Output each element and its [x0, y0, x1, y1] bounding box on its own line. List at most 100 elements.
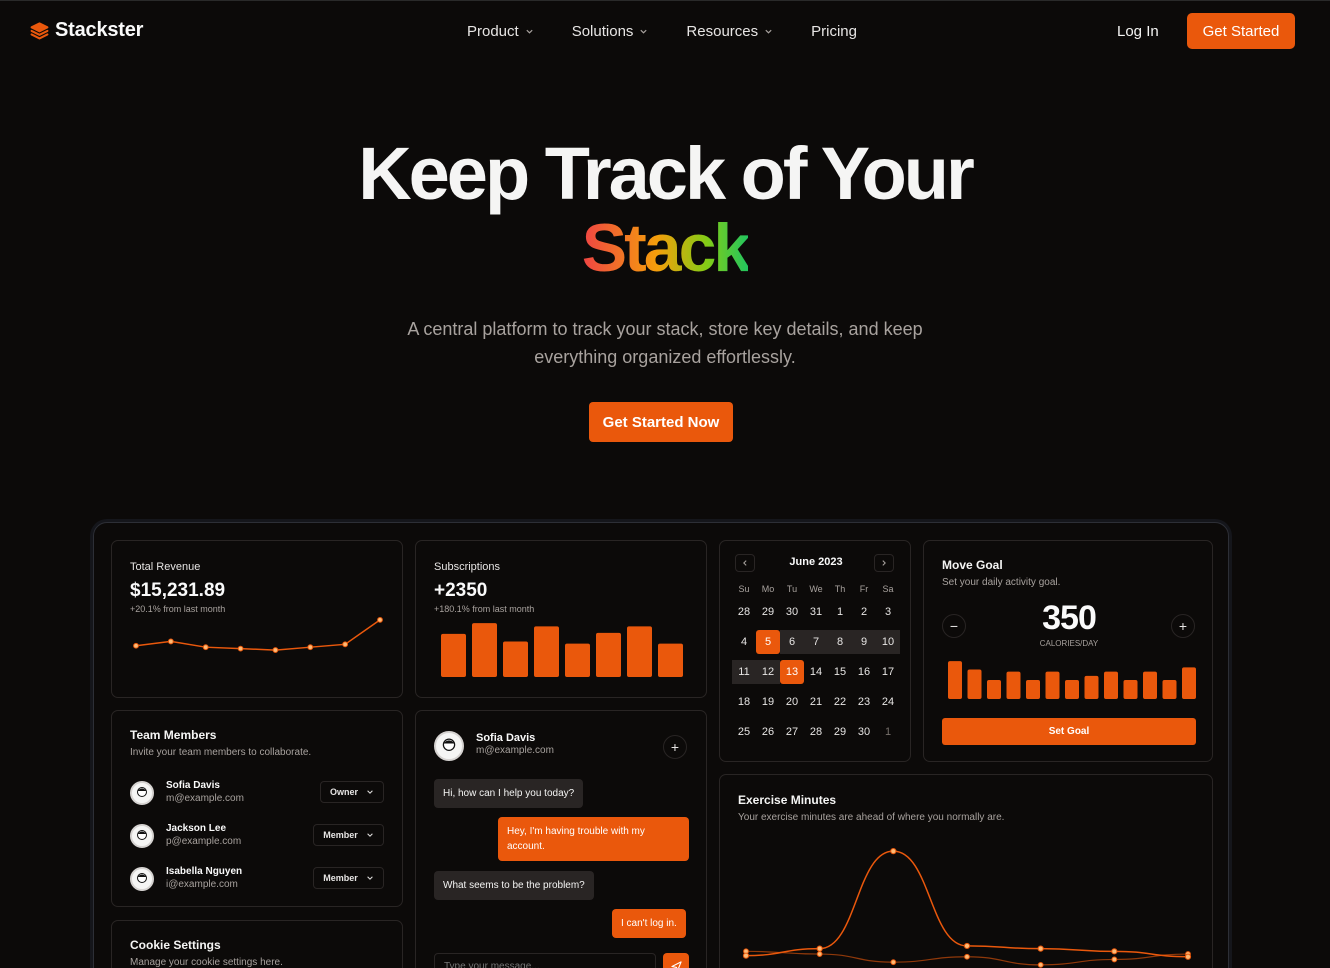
get-started-button[interactable]: Get Started: [1187, 13, 1295, 49]
calendar-day[interactable]: 21: [804, 690, 828, 714]
calendar-day[interactable]: 20: [780, 690, 804, 714]
chevron-down-icon: [526, 29, 533, 34]
exercise-line-current: [745, 850, 1189, 958]
calendar-day[interactable]: 3: [876, 600, 900, 624]
brand-name: Stackster: [55, 19, 144, 41]
chat-avatar: [434, 731, 464, 761]
move-goal-subtitle: Set your daily activity goal.: [942, 577, 1061, 588]
calendar-day-in-range[interactable]: 6: [780, 630, 804, 654]
calendar-day[interactable]: 29: [828, 720, 852, 744]
cookie-settings-card: Cookie Settings Manage your cookie setti…: [111, 920, 403, 968]
calendar-day[interactable]: 19: [756, 690, 780, 714]
calendar-day[interactable]: 24: [876, 690, 900, 714]
calendar-day[interactable]: 30: [780, 600, 804, 624]
chevron-down-icon: [366, 833, 373, 837]
role-label: Owner: [329, 787, 358, 797]
goal-bar: [1026, 680, 1040, 699]
calendar-day[interactable]: 25: [732, 720, 756, 744]
calendar-day-in-range[interactable]: 12: [756, 660, 780, 684]
calendar-day[interactable]: 26: [756, 720, 780, 744]
cookie-title: Cookie Settings: [130, 938, 221, 952]
chat-message-input[interactable]: [434, 953, 656, 968]
calendar-day[interactable]: 29: [756, 600, 780, 624]
exercise-point-average: [1111, 956, 1118, 963]
exercise-point-current: [890, 848, 897, 855]
nav-product[interactable]: Product: [467, 23, 534, 40]
calendar-day[interactable]: 14: [804, 660, 828, 684]
goal-bar-chart: [948, 661, 1196, 699]
calendar-day-in-range[interactable]: 10: [876, 630, 900, 654]
avatar-face-icon: [137, 830, 147, 840]
calendar-day[interactable]: 17: [876, 660, 900, 684]
brand-logo[interactable]: Stackster: [30, 19, 143, 42]
calendar-day-outside[interactable]: 1: [876, 720, 900, 744]
login-link[interactable]: Log In: [1117, 23, 1159, 40]
team-members-card: Team Members Invite your team members to…: [111, 710, 403, 907]
avatar-face-icon: [137, 787, 147, 797]
role-select[interactable]: Member: [313, 867, 384, 889]
chat-message-incoming: What seems to be the problem?: [434, 871, 594, 900]
send-icon: [670, 960, 682, 968]
goal-bar: [1065, 680, 1079, 699]
role-select[interactable]: Owner: [320, 781, 384, 803]
calendar-day[interactable]: 23: [852, 690, 876, 714]
calendar-card: June 2023 Su Mo Tu We Th Fr Sa 28 29 30 …: [719, 540, 911, 762]
calendar-day[interactable]: 31: [804, 600, 828, 624]
calendar-day[interactable]: 28: [804, 720, 828, 744]
calendar-week: 4 5 6 7 8 9 10: [732, 627, 900, 657]
revenue-card: Total Revenue $15,231.89 +20.1% from las…: [111, 540, 403, 698]
calendar-day[interactable]: 18: [732, 690, 756, 714]
nav-resources[interactable]: Resources: [686, 23, 773, 40]
hero-subtitle: A central platform to track your stack, …: [407, 319, 923, 367]
subscriptions-change: +180.1% from last month: [434, 604, 535, 614]
member-email: i@example.com: [166, 879, 238, 890]
calendar-day[interactable]: 2: [852, 600, 876, 624]
goal-bar: [1006, 671, 1021, 699]
set-goal-button[interactable]: Set Goal: [942, 718, 1196, 745]
nav-pricing[interactable]: Pricing: [811, 23, 857, 40]
chat-message-outgoing: Hey, I'm having trouble with my account.: [498, 817, 689, 861]
subscriptions-bar: [503, 641, 528, 677]
calendar-day[interactable]: 15: [828, 660, 852, 684]
nav-solutions[interactable]: Solutions: [572, 23, 649, 40]
weekday: We: [809, 584, 823, 594]
weekday: Tu: [786, 584, 798, 594]
calendar-day[interactable]: 27: [780, 720, 804, 744]
exercise-subtitle: Your exercise minutes are ahead of where…: [738, 812, 1005, 823]
increase-goal-button[interactable]: +: [1171, 614, 1195, 638]
calendar-day[interactable]: 16: [852, 660, 876, 684]
calendar-day-selected[interactable]: 13: [780, 660, 804, 684]
calendar-day[interactable]: 1: [828, 600, 852, 624]
move-goal-title: Move Goal: [942, 558, 1003, 572]
exercise-title: Exercise Minutes: [738, 793, 837, 807]
role-label: Member: [323, 873, 358, 883]
goal-bar: [1162, 680, 1177, 699]
revenue-point: [237, 645, 244, 652]
next-month-button[interactable]: [874, 554, 894, 572]
calendar-day[interactable]: 30: [852, 720, 876, 744]
calendar-day[interactable]: 22: [828, 690, 852, 714]
member-email: p@example.com: [166, 836, 242, 847]
weekday: Th: [834, 584, 846, 594]
member-name: Jackson Lee: [166, 823, 227, 834]
calendar-day-in-range[interactable]: 8: [828, 630, 852, 654]
chat-message-outgoing: I can't log in.: [612, 909, 686, 938]
revenue-point: [133, 642, 139, 649]
calendar-day-in-range[interactable]: 11: [732, 660, 756, 684]
get-started-now-button[interactable]: Get Started Now: [589, 402, 733, 442]
weekday: Su: [738, 584, 750, 594]
exercise-point-current: [1037, 945, 1044, 952]
weekday: Mo: [761, 584, 775, 594]
calendar-day[interactable]: 28: [732, 600, 756, 624]
send-button[interactable]: [663, 953, 689, 968]
chat-contact-name: Sofia Davis: [476, 732, 536, 744]
new-chat-button[interactable]: +: [663, 735, 687, 759]
calendar-day-selected[interactable]: 5: [756, 630, 780, 654]
calendar-day[interactable]: 4: [732, 630, 756, 654]
role-select[interactable]: Member: [313, 824, 384, 846]
goal-bar: [967, 669, 982, 699]
calendar-day-in-range[interactable]: 7: [804, 630, 828, 654]
hero-stack-word: Stack: [581, 210, 751, 286]
exercise-point-average: [1037, 961, 1044, 968]
calendar-day-in-range[interactable]: 9: [852, 630, 876, 654]
